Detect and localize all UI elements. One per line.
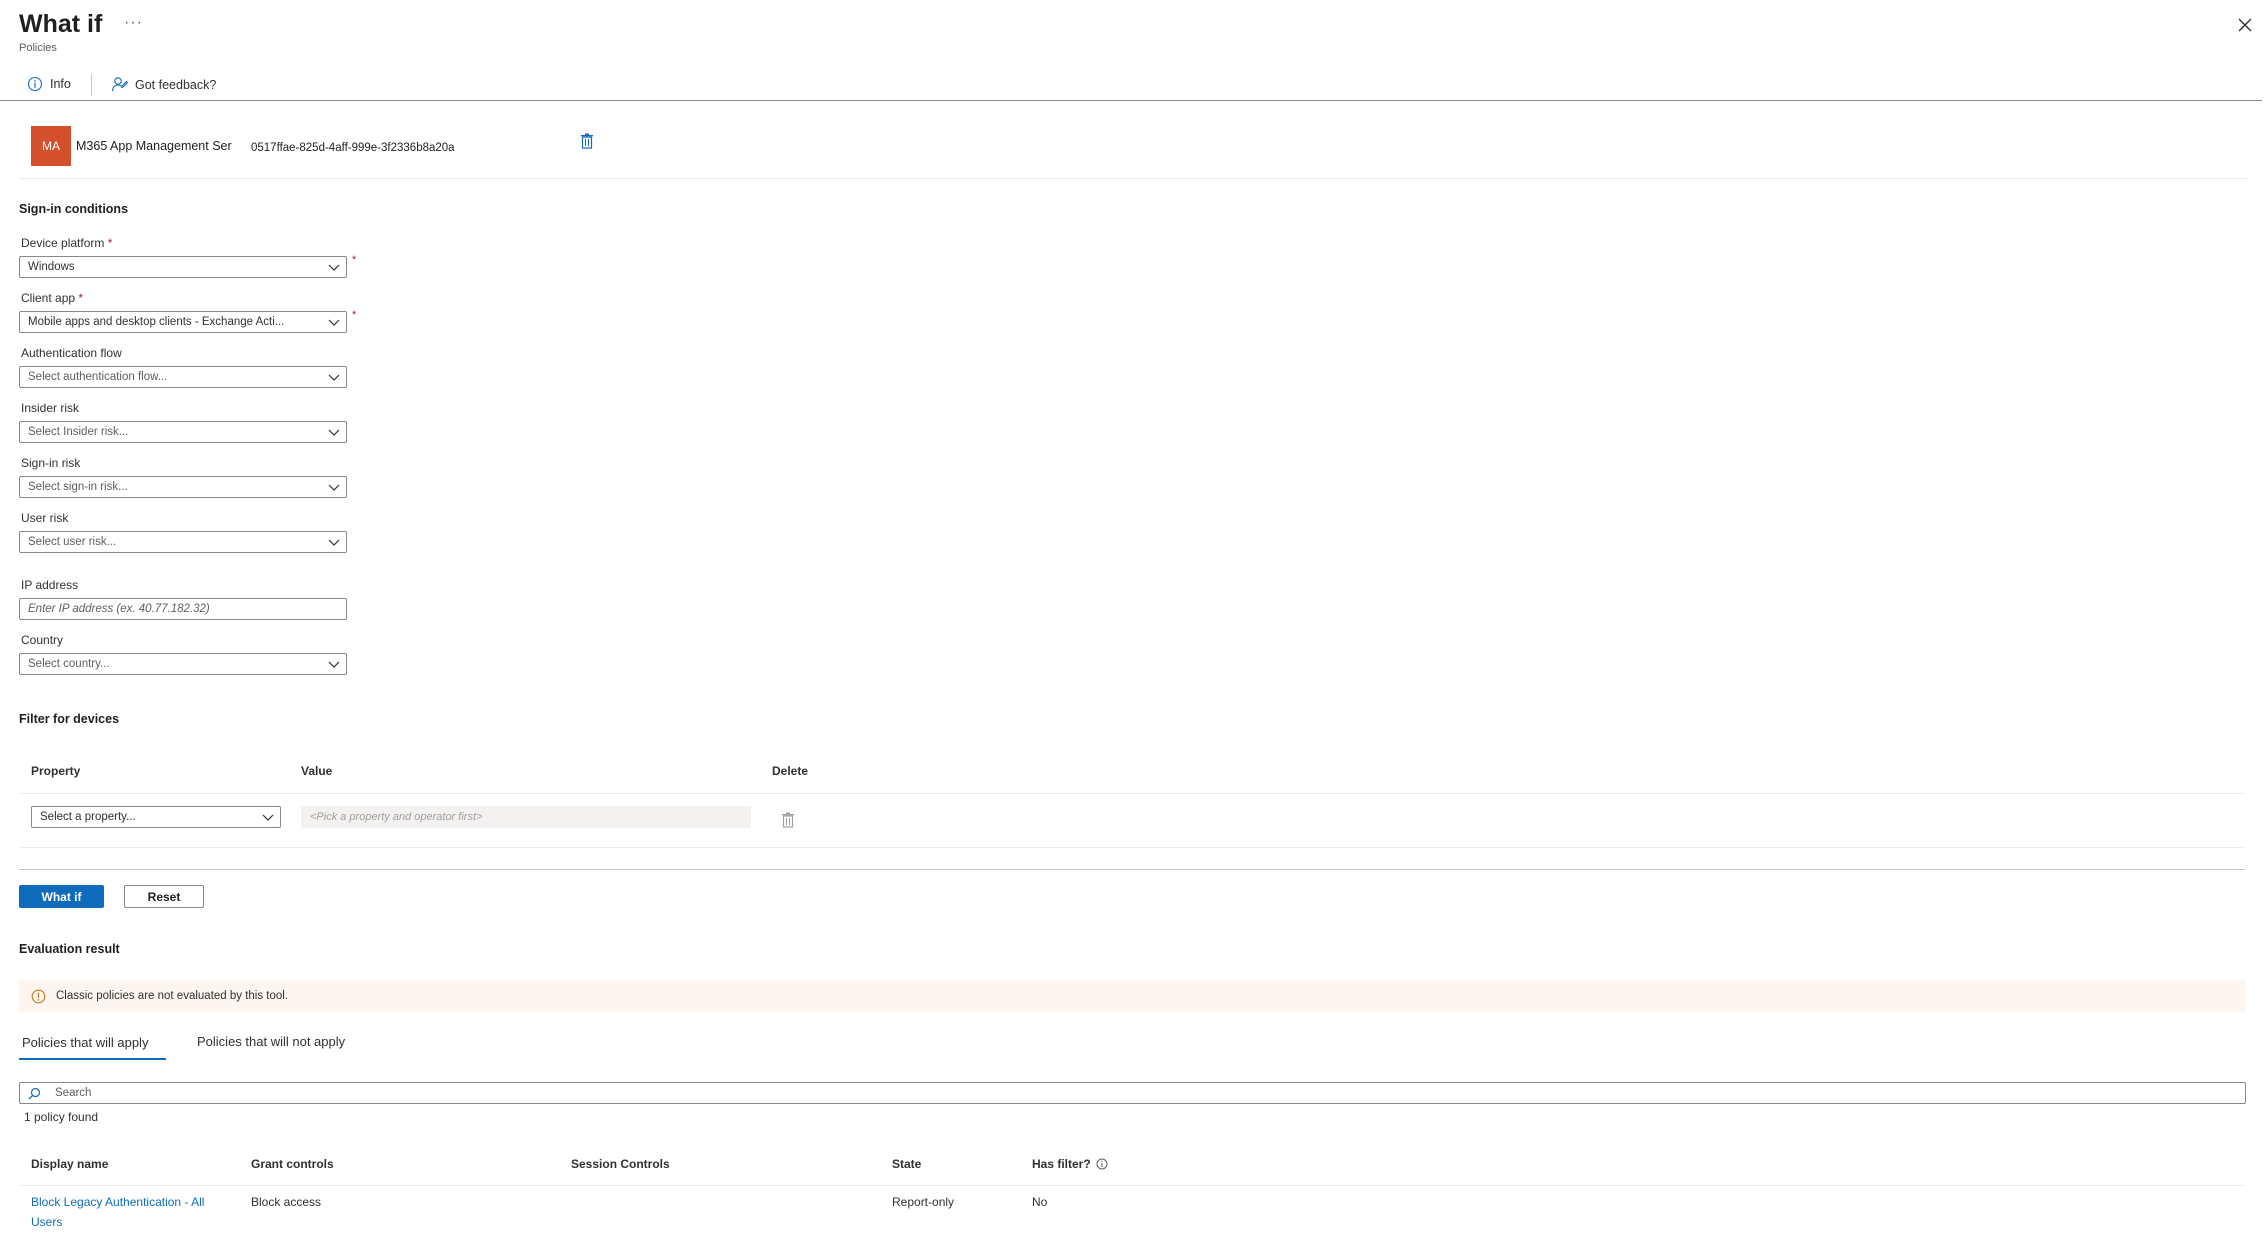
app-id: 0517ffae-825d-4aff-999e-3f2336b8a20a [251,142,455,154]
chevron-down-icon [328,484,340,491]
value-placeholder: <Pick a property and operator first> [310,811,483,823]
device-platform-value: Windows [28,261,75,273]
insider-risk-placeholder: Select Insider risk... [28,426,129,438]
country-placeholder: Select country... [28,658,110,670]
toolbar-divider [91,74,92,96]
property-placeholder: Select a property... [40,811,136,823]
client-app-value: Mobile apps and desktop clients - Exchan… [28,316,285,328]
close-icon[interactable] [2236,16,2254,34]
table-divider [19,847,2245,848]
chevron-down-icon [328,374,340,381]
info-banner: Classic policies are not evaluated by th… [19,980,2245,1012]
country-dropdown[interactable]: Select country... [19,653,347,675]
feedback-icon [111,77,128,92]
reset-button[interactable]: Reset [124,885,204,908]
auth-flow-label: Authentication flow [21,346,122,360]
filter-devices-heading: Filter for devices [19,712,120,726]
has-filter-column-header[interactable]: Has filter? [1032,1157,1108,1171]
toolbar-divider-line [0,100,2262,101]
ip-address-placeholder: Enter IP address (ex. 40.77.182.32) [28,603,210,615]
active-tab-indicator [19,1058,166,1060]
sign-in-risk-placeholder: Select sign-in risk... [28,481,128,493]
sign-in-risk-label: Sign-in risk [21,456,81,470]
device-platform-label: Device platform * [21,236,113,250]
policy-count: 1 policy found [24,1110,99,1124]
evaluation-result-heading: Evaluation result [19,942,120,956]
country-label: Country [21,633,64,647]
app-name: M365 App Management Ser [76,139,232,153]
warning-info-icon [31,989,46,1004]
client-app-dropdown[interactable]: Mobile apps and desktop clients - Exchan… [19,311,347,333]
property-dropdown[interactable]: Select a property... [31,806,281,828]
state-cell: Report-only [892,1195,955,1209]
more-options-button[interactable]: ··· [124,14,143,32]
chevron-down-icon [262,814,274,821]
user-risk-label: User risk [21,511,69,525]
info-label: Info [50,77,71,91]
chevron-down-icon [328,264,340,271]
policy-name-link[interactable]: Block Legacy Authentication - All [31,1195,204,1209]
chevron-down-icon [328,661,340,668]
state-column-header[interactable]: State [892,1157,921,1171]
info-icon [27,76,43,92]
sign-in-conditions-heading: Sign-in conditions [19,202,129,216]
info-button[interactable]: Info [27,76,71,92]
display-name-column-header[interactable]: Display name [31,1157,108,1171]
value-input[interactable]: <Pick a property and operator first> [301,806,751,828]
ip-address-input[interactable]: Enter IP address (ex. 40.77.182.32) [19,598,347,620]
chevron-down-icon [328,539,340,546]
table-divider [19,1185,2245,1186]
auth-flow-dropdown[interactable]: Select authentication flow... [19,366,347,388]
property-column-header: Property [31,764,81,778]
session-controls-column-header[interactable]: Session Controls [571,1157,670,1171]
required-indicator: * [352,309,357,321]
info-icon[interactable] [1096,1158,1108,1170]
device-platform-dropdown[interactable]: Windows [19,256,347,278]
delete-app-icon[interactable] [580,133,594,149]
search-icon [28,1087,41,1100]
user-risk-dropdown[interactable]: Select user risk... [19,531,347,553]
delete-filter-icon[interactable] [781,812,795,828]
search-placeholder: Search [55,1087,92,1099]
command-bar: Info Got feedback? [0,70,2264,100]
table-divider [19,793,2245,794]
user-risk-placeholder: Select user risk... [28,536,117,548]
page-title: What if [19,10,103,38]
banner-text: Classic policies are not evaluated by th… [56,990,289,1002]
feedback-button[interactable]: Got feedback? [111,76,216,93]
search-input[interactable]: Search [19,1082,2246,1104]
has-filter-label: Has filter? [1032,1157,1091,1171]
tab-policies-will-apply[interactable]: Policies that will apply [22,1035,148,1050]
feedback-label: Got feedback? [135,77,217,92]
insider-risk-dropdown[interactable]: Select Insider risk... [19,421,347,443]
chevron-down-icon [328,319,340,326]
policy-name-link-cont[interactable]: Users [31,1215,204,1229]
section-divider [19,869,2245,870]
chevron-down-icon [328,429,340,436]
page-subtitle: Policies [19,42,57,54]
table-row: Block Legacy Authentication - All Users [31,1195,204,1229]
required-indicator: * [352,254,357,266]
value-column-header: Value [301,764,333,778]
client-app-label: Client app * [21,291,84,305]
ip-address-label: IP address [21,578,79,592]
delete-column-header: Delete [772,764,809,778]
sign-in-risk-dropdown[interactable]: Select sign-in risk... [19,476,347,498]
grant-controls-cell: Block access [251,1195,322,1209]
tab-policies-will-not-apply[interactable]: Policies that will not apply [197,1034,345,1049]
app-avatar: MA [31,126,71,166]
what-if-button[interactable]: What if [19,885,104,908]
auth-flow-placeholder: Select authentication flow... [28,371,168,383]
insider-risk-label: Insider risk [21,401,80,415]
grant-controls-column-header[interactable]: Grant controls [251,1157,334,1171]
has-filter-cell: No [1032,1195,1048,1209]
